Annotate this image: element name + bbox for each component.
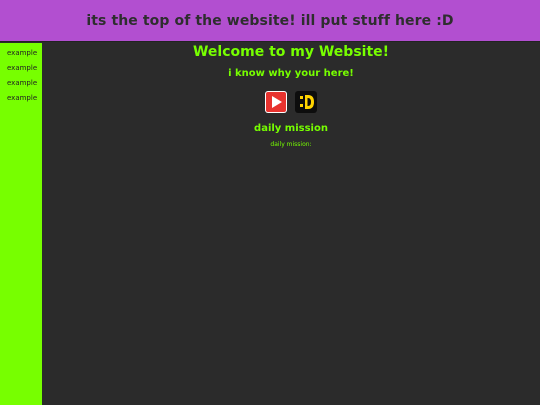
sidebar: example example example example: [0, 43, 42, 405]
daily-mission-heading: daily mission: [254, 123, 328, 134]
icon-row: [42, 91, 540, 113]
youtube-logo-icon[interactable]: [265, 91, 287, 113]
subtitle-text: i know why your here!: [228, 68, 354, 79]
welcome-heading: Welcome to my Website!: [192, 44, 390, 60]
sidebar-link-example-4[interactable]: example: [0, 94, 42, 109]
daily-mission-text: daily mission:: [270, 141, 312, 148]
smiley-face-icon[interactable]: [295, 91, 317, 113]
site-header-title: its the top of the website! ill put stuf…: [86, 12, 454, 29]
sidebar-link-example-3[interactable]: example: [0, 79, 42, 94]
top-banner: its the top of the website! ill put stuf…: [0, 0, 540, 42]
main-content: Welcome to my Website! i know why your h…: [42, 43, 540, 405]
sidebar-link-example-2[interactable]: example: [0, 64, 42, 79]
sidebar-link-example-1[interactable]: example: [0, 49, 42, 64]
